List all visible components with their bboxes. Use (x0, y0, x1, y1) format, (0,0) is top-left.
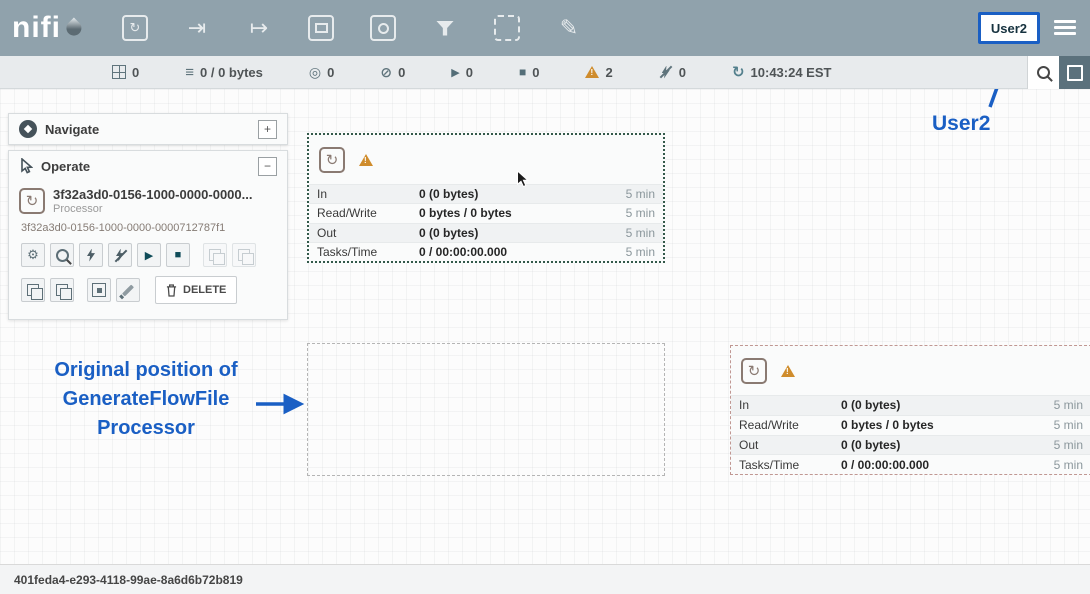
stat-active-threads: 0 (112, 65, 139, 80)
template-icon[interactable] (492, 13, 522, 43)
stop-button[interactable]: ■ (166, 243, 190, 267)
delete-button[interactable]: DELETE (155, 276, 237, 304)
disable-button[interactable] (108, 243, 132, 267)
original-position-outline (307, 343, 665, 476)
group-button[interactable] (87, 278, 111, 302)
navigate-panel: Navigate + (8, 113, 288, 145)
stat-row-readwrite: Read/Write0 bytes / 0 bytes5 min (309, 203, 663, 222)
operate-title: Operate (41, 159, 250, 174)
birdseye-toggle-button[interactable] (1059, 56, 1090, 89)
operate-buttons-row-2: DELETE (9, 267, 287, 304)
stat-row-readwrite: Read/Write0 bytes / 0 bytes5 min (731, 415, 1090, 435)
selected-component-type: Processor (53, 203, 252, 215)
processor-badge-icon: ↻ (19, 188, 45, 214)
navigate-title: Navigate (45, 122, 250, 137)
stat-queued: ≡ 0 / 0 bytes (185, 64, 263, 81)
stat-row-out: Out0 (0 bytes)5 min (731, 435, 1090, 455)
paste-button[interactable] (50, 278, 74, 302)
nifi-app: nifi ↻ ⇥ ↦ ✎ User2 0 ≡ 0 / 0 bytes ◎ 0 (0, 0, 1090, 594)
running-icon: ▶ (451, 66, 459, 79)
upload-template-button[interactable] (232, 243, 256, 267)
nifi-droplet-icon (63, 17, 84, 38)
flow-id: 401feda4-e293-4118-99ae-8a6d6b72b819 (14, 573, 243, 587)
stat-row-in: In0 (0 bytes)5 min (731, 395, 1090, 415)
view-configuration-button[interactable] (50, 243, 74, 267)
disabled-icon (659, 65, 673, 79)
stat-transmitting: ◎ 0 (309, 64, 334, 81)
generateflowfile-processor-selected[interactable]: ↻ In0 (0 bytes)5 min Read/Write0 bytes /… (307, 133, 665, 263)
process-group-icon[interactable] (306, 13, 336, 43)
fill-color-button[interactable] (116, 278, 140, 302)
panel-icon (1067, 65, 1083, 81)
search-icon (1037, 66, 1050, 79)
selected-component-id: 3f32a3d0-0156-1000-0000-0000712787f1 (9, 215, 287, 234)
invalid-warning-icon (781, 365, 795, 377)
stat-running: ▶ 0 (451, 65, 473, 80)
processor-badge-icon: ↻ (319, 147, 345, 173)
stopped-icon: ■ (519, 65, 526, 79)
operate-panel: Operate − ↻ 3f32a3d0-0156-1000-0000-0000… (8, 150, 288, 320)
selected-component: ↻ 3f32a3d0-0156-1000-0000-0000... Proces… (9, 181, 287, 215)
processor-second[interactable]: ↻ In0 (0 bytes)5 min Read/Write0 bytes /… (730, 345, 1090, 475)
create-template-button[interactable] (203, 243, 227, 267)
threads-icon (112, 65, 126, 79)
annotation-original-position: Original position of GenerateFlowFile Pr… (28, 356, 264, 443)
output-port-icon[interactable]: ↦ (244, 13, 274, 43)
enable-button[interactable] (79, 243, 103, 267)
stat-last-refresh: ↻ 10:43:24 EST (732, 63, 832, 81)
stat-row-tasks: Tasks/Time0 / 00:00:00.0005 min (309, 242, 663, 261)
funnel-icon[interactable] (430, 13, 460, 43)
status-bar: 0 ≡ 0 / 0 bytes ◎ 0 ⊘ 0 ▶ 0 ■ 0 2 0 (0, 56, 1090, 89)
stat-stopped: ■ 0 (519, 65, 539, 80)
stat-not-transmitting: ⊘ 0 (380, 64, 405, 81)
warning-icon (585, 66, 599, 78)
stat-row-in: In0 (0 bytes)5 min (309, 184, 663, 203)
refresh-icon[interactable]: ↻ (732, 63, 745, 81)
component-toolbar: ↻ ⇥ ↦ ✎ (120, 13, 584, 43)
annotation-arrow-right (254, 393, 308, 415)
stat-row-tasks: Tasks/Time0 / 00:00:00.0005 min (731, 454, 1090, 474)
nifi-logo-text: nifi (12, 11, 61, 45)
start-button[interactable]: ▶ (137, 243, 161, 267)
navigate-compass-icon (19, 120, 37, 138)
stat-invalid: 2 (585, 65, 612, 80)
transmitting-icon: ◎ (309, 64, 321, 81)
selected-component-name: 3f32a3d0-0156-1000-0000-0000... (53, 187, 252, 202)
nifi-logo: nifi (12, 11, 80, 45)
operate-collapse-button[interactable]: − (258, 157, 277, 176)
input-port-icon[interactable]: ⇥ (182, 13, 212, 43)
stat-disabled: 0 (659, 65, 686, 80)
remote-process-group-icon[interactable] (368, 13, 398, 43)
queued-icon: ≡ (185, 64, 194, 81)
annotation-user2: User2 (932, 112, 990, 136)
footer-bar: 401feda4-e293-4118-99ae-8a6d6b72b819 (0, 564, 1090, 594)
copy-button[interactable] (21, 278, 45, 302)
header-bar: nifi ↻ ⇥ ↦ ✎ User2 (0, 0, 1090, 56)
current-user-button[interactable]: User2 (978, 12, 1040, 44)
processor-icon[interactable]: ↻ (120, 13, 150, 43)
invalid-warning-icon (359, 154, 373, 166)
mouse-cursor (516, 170, 529, 189)
trash-icon (166, 284, 177, 297)
operate-buttons-row-1: ⚙ ▶ ■ (9, 234, 287, 267)
navigate-expand-button[interactable]: + (258, 120, 277, 139)
label-icon[interactable]: ✎ (554, 13, 584, 43)
search-button[interactable] (1027, 56, 1059, 89)
stat-row-out: Out0 (0 bytes)5 min (309, 223, 663, 242)
global-menu-icon[interactable] (1054, 20, 1076, 35)
processor-badge-icon: ↻ (741, 358, 767, 384)
operate-pointer-icon (19, 158, 33, 174)
not-transmitting-icon: ⊘ (380, 64, 392, 81)
configure-button[interactable]: ⚙ (21, 243, 45, 267)
